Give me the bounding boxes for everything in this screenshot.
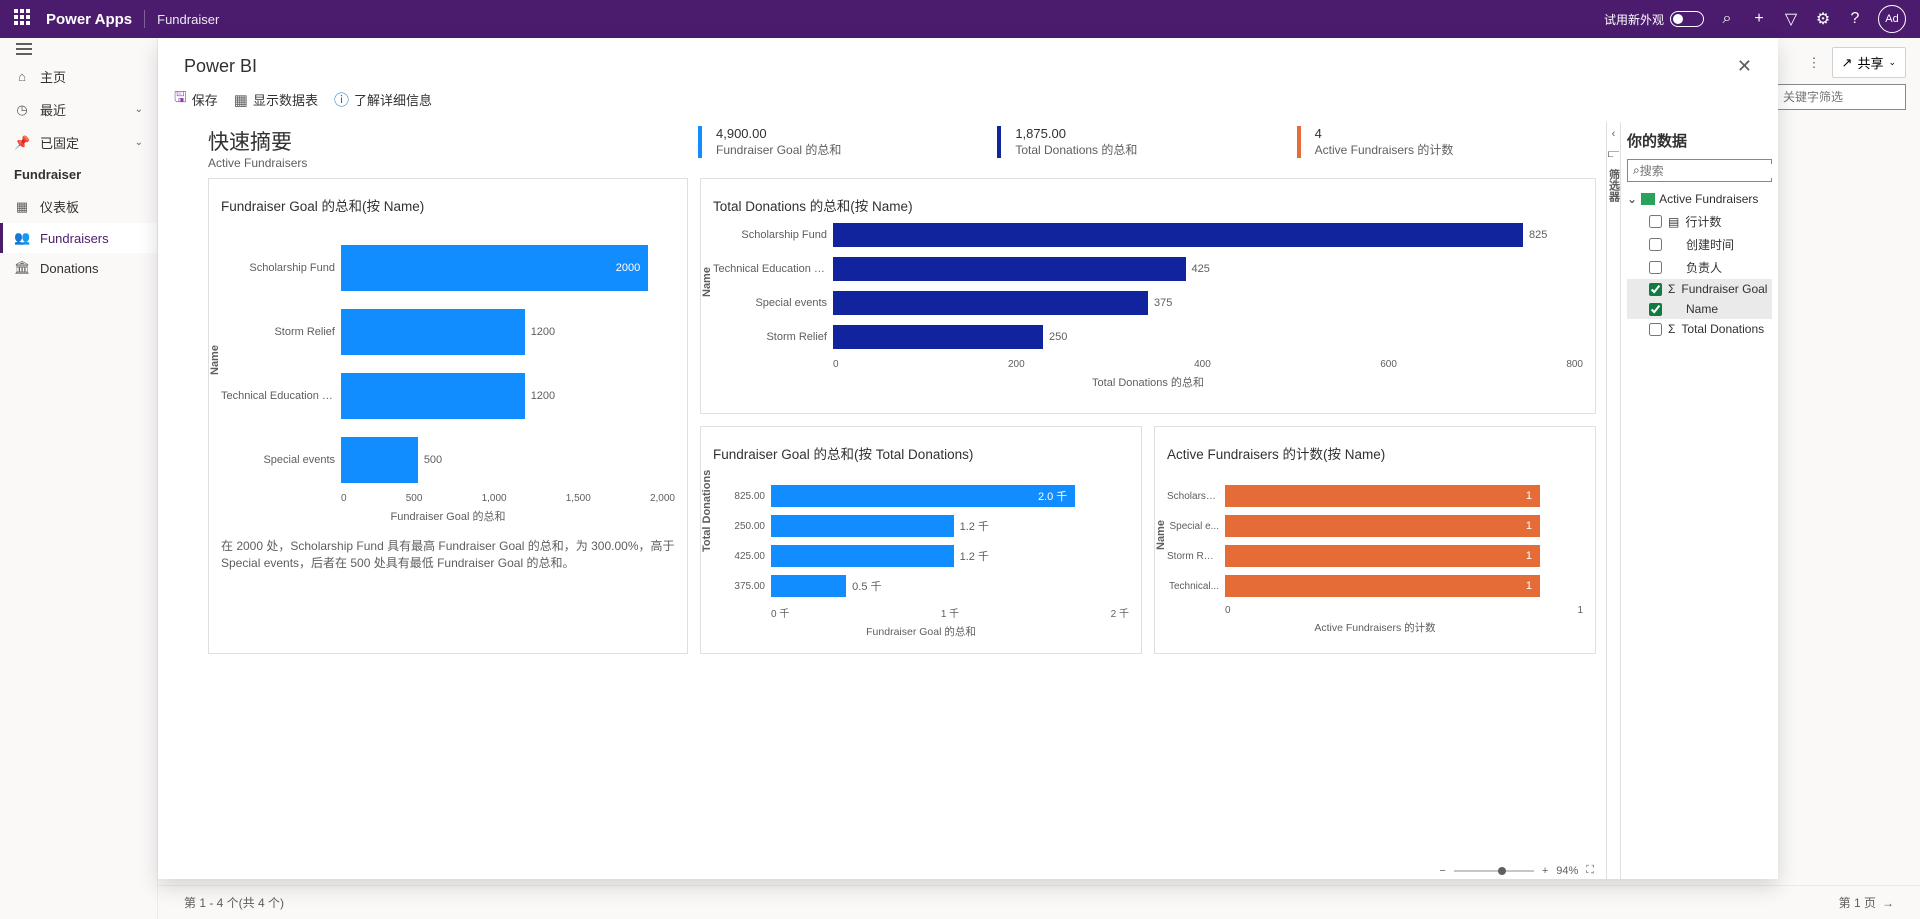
zoom-level: 94% xyxy=(1556,865,1578,877)
field-name[interactable]: Name xyxy=(1627,299,1772,319)
try-new-look-toggle[interactable]: 试用新外观 xyxy=(1604,11,1704,28)
header-actions: 试用新外观 ⌕ + ▽ ⚙ ? Ad xyxy=(1604,5,1906,33)
nav-home[interactable]: ⌂主页 xyxy=(0,60,157,93)
sigma-icon: Σ xyxy=(1668,322,1675,336)
page-indicator: 第 1 页 xyxy=(1839,894,1876,911)
field-rowcount[interactable]: ▤行计数 xyxy=(1627,210,1772,233)
zoom-out-icon[interactable]: − xyxy=(1439,865,1445,877)
avatar[interactable]: Ad xyxy=(1878,5,1906,33)
zoom-slider[interactable] xyxy=(1454,870,1534,872)
app-header: Power Apps Fundraiser 试用新外观 ⌕ + ▽ ⚙ ? Ad xyxy=(0,0,1920,38)
info-icon: ⓘ xyxy=(334,89,349,110)
kpi-donations: 1,875.00Total Donations 的总和 xyxy=(997,126,1296,158)
chevron-down-icon: ⌄ xyxy=(1888,57,1896,68)
chart1-x-ticks: 05001,0001,5002,000 xyxy=(341,493,675,504)
zoom-in-icon[interactable]: + xyxy=(1542,865,1548,877)
summary-row: 快速摘要 Active Fundraisers 4,900.00Fundrais… xyxy=(208,126,1596,170)
sidebar: ⌂主页 ◷最近⌄ 📌已固定⌄ Fundraiser ▦仪表板 👥Fundrais… xyxy=(0,38,158,919)
home-icon: ⌂ xyxy=(14,69,30,84)
chart1-insight: 在 2000 处，Scholarship Fund 具有最高 Fundraise… xyxy=(221,538,675,572)
people-icon: 👥 xyxy=(14,230,30,246)
field-owner[interactable]: 负责人 xyxy=(1627,256,1772,279)
data-pane: 你的数据 ⌕ ⌄Active Fundraisers ▤行计数 创建时间 负责人… xyxy=(1620,122,1778,879)
pin-icon: 📌 xyxy=(14,135,30,151)
field-donations[interactable]: ΣTotal Donations xyxy=(1627,319,1772,339)
table-icon: ▦ xyxy=(234,91,248,109)
app-name: Power Apps xyxy=(46,11,132,28)
nav-dashboards[interactable]: ▦仪表板 xyxy=(0,190,157,223)
kpi-count: 4Active Fundraisers 的计数 xyxy=(1297,126,1596,158)
chart2-x-ticks: 0200400600800 xyxy=(833,359,1583,370)
dashboard-icon: ▦ xyxy=(14,199,30,215)
powerbi-modal: Power BI ✕ 🖫保存 ▦显示数据表 ⓘ了解详细信息 快速摘要 Activ… xyxy=(158,38,1778,879)
data-search-input[interactable] xyxy=(1640,164,1778,178)
nav-recent[interactable]: ◷最近⌄ xyxy=(0,93,157,126)
page-toolbar-right: ⋮ ↗共享⌄ xyxy=(1805,47,1906,78)
report-canvas: 快速摘要 Active Fundraisers 4,900.00Fundrais… xyxy=(158,122,1606,879)
chevron-down-icon: ⌄ xyxy=(135,137,143,148)
chart-goal-by-donations[interactable]: Fundraiser Goal 的总和(按 Total Donations) T… xyxy=(700,426,1142,654)
kpi-goal: 4,900.00Fundraiser Goal 的总和 xyxy=(698,126,997,158)
chart-goal-by-name[interactable]: Fundraiser Goal 的总和(按 Name) Name Scholar… xyxy=(208,178,688,654)
header-page-title: Fundraiser xyxy=(157,12,219,27)
clock-icon: ◷ xyxy=(14,102,30,118)
nav-fundraisers[interactable]: 👥Fundraisers xyxy=(0,223,157,253)
data-table-node[interactable]: ⌄Active Fundraisers xyxy=(1627,192,1772,206)
add-icon[interactable]: + xyxy=(1750,10,1768,28)
record-count: 第 1 - 4 个(共 4 个) xyxy=(184,894,284,911)
page-footer: 第 1 - 4 个(共 4 个) 第 1 页 → xyxy=(158,885,1920,919)
sidebar-collapse-button[interactable] xyxy=(0,38,157,60)
search-icon: ⌕ xyxy=(1633,163,1640,178)
close-icon[interactable]: ✕ xyxy=(1737,56,1752,77)
nav-section-header: Fundraiser xyxy=(0,159,157,190)
table-icon xyxy=(1641,193,1655,205)
keyword-filter-input[interactable] xyxy=(1776,84,1906,110)
filter-rail[interactable]: ‹ ⫍ 筛选器 xyxy=(1606,122,1620,879)
data-search[interactable]: ⌕ xyxy=(1627,159,1772,182)
rows-icon: ▤ xyxy=(1668,215,1679,229)
share-button[interactable]: ↗共享⌄ xyxy=(1832,47,1906,78)
save-button[interactable]: 🖫保存 xyxy=(174,87,218,112)
chevron-down-icon: ⌄ xyxy=(135,104,143,115)
filters-icon: ⫍ xyxy=(1608,148,1620,161)
help-icon[interactable]: ? xyxy=(1846,10,1864,28)
sigma-icon: Σ xyxy=(1668,282,1675,296)
more-icon[interactable]: ⋮ xyxy=(1805,50,1824,76)
field-created[interactable]: 创建时间 xyxy=(1627,233,1772,256)
page-next-button[interactable]: → xyxy=(1882,896,1894,910)
show-data-table-button[interactable]: ▦显示数据表 xyxy=(234,90,318,109)
save-icon: 🖫 xyxy=(174,87,187,112)
filter-icon[interactable]: ▽ xyxy=(1782,10,1800,28)
search-icon[interactable]: ⌕ xyxy=(1718,10,1736,28)
summary-title: 快速摘要 xyxy=(208,126,698,156)
learn-more-button[interactable]: ⓘ了解详细信息 xyxy=(334,89,432,110)
chevron-down-icon: ⌄ xyxy=(1627,192,1637,206)
share-icon: ↗ xyxy=(1842,55,1853,71)
settings-icon[interactable]: ⚙ xyxy=(1814,10,1832,28)
modal-toolbar: 🖫保存 ▦显示数据表 ⓘ了解详细信息 xyxy=(158,87,1778,122)
nav-donations[interactable]: 🏛Donations xyxy=(0,253,157,283)
fit-to-page-icon[interactable]: ⛶ xyxy=(1586,864,1594,877)
field-goal[interactable]: ΣFundraiser Goal xyxy=(1627,279,1772,299)
modal-title: Power BI xyxy=(184,56,1737,77)
chart-donations-by-name[interactable]: Total Donations 的总和(按 Name) Name Scholar… xyxy=(700,178,1596,414)
nav-pinned[interactable]: 📌已固定⌄ xyxy=(0,126,157,159)
bank-icon: 🏛 xyxy=(14,260,30,276)
data-pane-title: 你的数据 xyxy=(1627,130,1772,151)
app-launcher-icon[interactable] xyxy=(14,9,34,29)
toggle-icon xyxy=(1670,11,1704,27)
chevron-left-icon[interactable]: ‹ xyxy=(1612,128,1616,140)
summary-subtitle: Active Fundraisers xyxy=(208,156,698,170)
chart-count-by-name[interactable]: Active Fundraisers 的计数(按 Name) Name Scho… xyxy=(1154,426,1596,654)
keyword-filter[interactable] xyxy=(1776,84,1906,110)
zoom-control[interactable]: − + 94% ⛶ xyxy=(1439,864,1594,877)
